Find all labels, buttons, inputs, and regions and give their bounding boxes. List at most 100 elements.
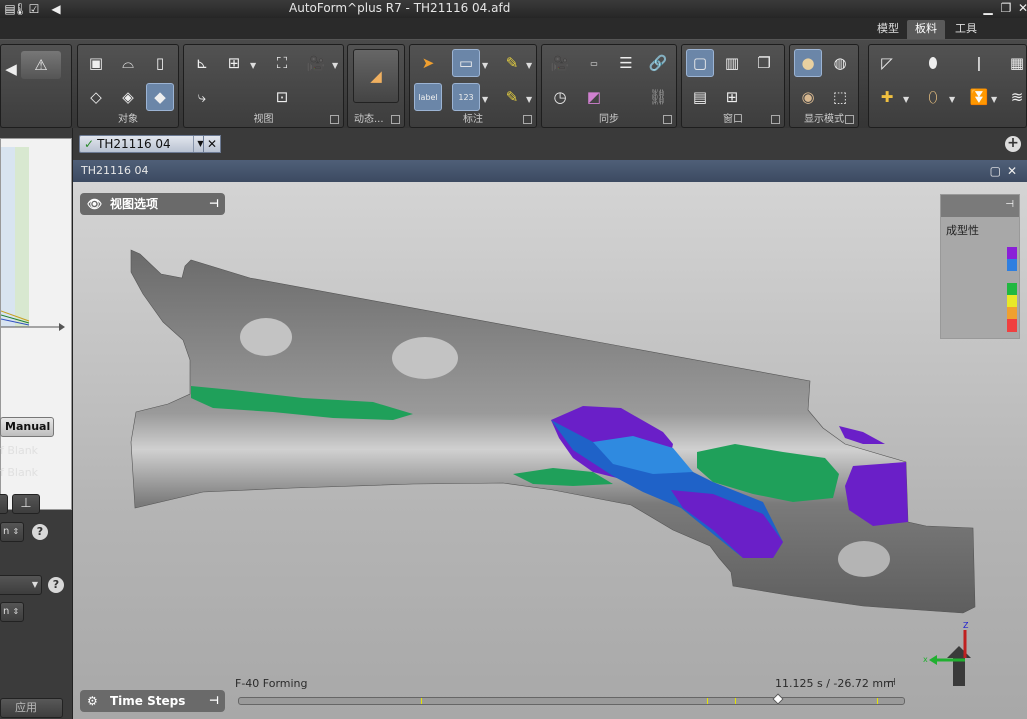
blank-object-icon[interactable]: ▣ bbox=[82, 49, 110, 77]
sync-dialog-launcher[interactable] bbox=[663, 115, 672, 124]
grid-view-icon[interactable]: ⊞ bbox=[220, 49, 248, 77]
left-arrow-icon[interactable]: ◀ bbox=[48, 1, 64, 17]
tool-select-button[interactable] bbox=[0, 494, 8, 514]
oval-dropdown-icon[interactable]: ▼ bbox=[949, 95, 955, 104]
help-icon-1[interactable]: ? bbox=[32, 524, 48, 540]
axis-triad: x Z bbox=[923, 622, 971, 686]
sheet-object-icon[interactable]: ▯ bbox=[146, 49, 174, 77]
move-axis-icon[interactable]: ✚ bbox=[873, 83, 901, 111]
rotate-axis-icon[interactable]: ⤷ bbox=[188, 83, 216, 111]
pin-icon[interactable]: ⊣ bbox=[209, 193, 219, 215]
split-horizontal-icon[interactable]: ▤ bbox=[686, 83, 714, 111]
axis-tool-button[interactable]: ⊥ bbox=[12, 494, 40, 514]
unit-spinner-1[interactable]: n ⇕ bbox=[0, 522, 24, 542]
legend-title: 成型性 bbox=[946, 224, 979, 237]
split-vertical-icon[interactable]: ▥ bbox=[718, 49, 746, 77]
die-object-icon[interactable]: ⌓ bbox=[114, 49, 142, 77]
view-dialog-launcher[interactable] bbox=[330, 115, 339, 124]
number-dropdown-icon[interactable]: ▼ bbox=[482, 95, 488, 104]
unlink-icon[interactable]: ⛓ bbox=[644, 83, 672, 111]
ellipse-icon[interactable]: ⬮ bbox=[919, 49, 947, 77]
view-dropdown-icon[interactable]: ▼ bbox=[250, 61, 256, 70]
time-steps-label: Time Steps bbox=[110, 694, 186, 708]
cascade-window-icon[interactable]: ❐ bbox=[750, 49, 778, 77]
document-tab-bar: ✓ TH21116 04 ▼ ✕ + bbox=[73, 128, 1027, 160]
time-step-slider[interactable] bbox=[238, 693, 905, 705]
shaded-sphere-icon[interactable]: ● bbox=[794, 49, 822, 77]
document-tab[interactable]: ✓ TH21116 04 ▼ bbox=[79, 135, 220, 153]
number-annotate-icon[interactable]: 123 bbox=[452, 83, 480, 111]
gauge-annotate-icon[interactable]: ▭ bbox=[452, 49, 480, 77]
option-dropdown[interactable]: ▼ bbox=[0, 575, 42, 595]
image-tool-icon[interactable]: ▦ bbox=[1003, 49, 1027, 77]
help-icon-2[interactable]: ? bbox=[48, 577, 64, 593]
close-view-icon[interactable]: ✕ bbox=[1007, 160, 1017, 182]
time-steps-button[interactable]: ⚙ Time Steps ⊣ bbox=[80, 690, 225, 712]
surface-sync-icon[interactable]: ◩ bbox=[580, 83, 608, 111]
label-sync-icon[interactable]: ▭ bbox=[580, 49, 608, 77]
drop-dropdown-icon[interactable]: ▼ bbox=[991, 95, 997, 104]
part-render bbox=[130, 249, 976, 614]
wand-dropdown-icon[interactable]: ▼ bbox=[526, 61, 532, 70]
fit-view-icon[interactable]: ⛶ bbox=[268, 49, 296, 77]
tab-tools[interactable]: 工具 bbox=[947, 20, 985, 39]
magic-wand-icon[interactable]: ✎ bbox=[498, 49, 526, 77]
lower-tool-icon[interactable]: ◇ bbox=[82, 83, 110, 111]
move-dropdown-icon[interactable]: ▼ bbox=[903, 95, 909, 104]
wireframe-sphere-icon[interactable]: ◍ bbox=[826, 49, 854, 77]
group-label-object: 对象 bbox=[118, 114, 138, 125]
unit-spinner-2[interactable]: n ⇕ bbox=[0, 602, 24, 622]
unit-spinner-2-value: n bbox=[3, 606, 10, 617]
legend-pin-icon[interactable]: ⊣ bbox=[1005, 199, 1014, 210]
camera-dropdown-icon[interactable]: ▼ bbox=[332, 61, 338, 70]
tab-model[interactable]: 模型 bbox=[869, 20, 907, 39]
formability-legend: ⊣ 成型性 bbox=[940, 194, 1020, 339]
maximize-view-icon[interactable]: ▢ bbox=[990, 160, 1001, 182]
apply-button[interactable]: 应用 bbox=[0, 698, 63, 718]
dynamic-section-icon[interactable]: ◢ bbox=[353, 49, 399, 103]
part-icon[interactable]: ◆ bbox=[146, 83, 174, 111]
view-options-button[interactable]: 👁 视图选项 ⊣ bbox=[80, 193, 225, 215]
mesh-sphere-icon[interactable]: ◉ bbox=[794, 83, 822, 111]
oval-tool-icon[interactable]: ⬯ bbox=[919, 83, 947, 111]
document-tab-label: TH21116 04 bbox=[97, 137, 171, 151]
pin-tool-icon[interactable]: ǀ bbox=[965, 49, 993, 77]
layer-tool-icon[interactable]: ≋ bbox=[1003, 83, 1027, 111]
binder-icon[interactable]: ◈ bbox=[114, 83, 142, 111]
minimize-button[interactable]: ▁ bbox=[978, 0, 998, 16]
part-hole-3 bbox=[838, 541, 890, 577]
blank-warning-icon[interactable]: ⚠ bbox=[21, 51, 61, 79]
camera-icon[interactable]: 🎥 bbox=[302, 49, 330, 77]
video-sync-icon[interactable]: 🎥 bbox=[546, 49, 574, 77]
gauge-dropdown-icon[interactable]: ▼ bbox=[482, 61, 488, 70]
display-dialog-launcher[interactable] bbox=[845, 115, 854, 124]
transparent-box-icon[interactable]: ⬚ bbox=[826, 83, 854, 111]
annotation-dialog-launcher[interactable] bbox=[523, 115, 532, 124]
label-annotate-icon[interactable]: label bbox=[414, 83, 442, 111]
quad-window-icon[interactable]: ⊞ bbox=[718, 83, 746, 111]
manual-button[interactable]: Manual bbox=[0, 417, 54, 437]
pointer-annotate-icon[interactable]: ➤ bbox=[414, 49, 442, 77]
dynamic-dialog-launcher[interactable] bbox=[391, 115, 400, 124]
time-steps-pin-icon[interactable]: ⊣ bbox=[209, 690, 219, 712]
list-sync-icon[interactable]: ☰ bbox=[612, 49, 640, 77]
3d-viewport[interactable]: 👁 视图选项 ⊣ ⊣ 成型性 F-40 Forming 11.125 s / -2… bbox=[73, 182, 1027, 719]
close-button[interactable]: ✕ bbox=[1013, 0, 1027, 16]
time-pin-icon[interactable]: ⊣ bbox=[887, 677, 896, 688]
document-tab-close-button[interactable]: ✕ bbox=[203, 135, 221, 153]
window-dialog-launcher[interactable] bbox=[771, 115, 780, 124]
axis-view-icon[interactable]: ⊾ bbox=[188, 49, 216, 77]
tab-blank[interactable]: 板料 bbox=[907, 20, 945, 39]
single-window-icon[interactable]: ▢ bbox=[686, 49, 714, 77]
group-label-annotation: 标注 bbox=[463, 114, 483, 125]
drop-tool-icon[interactable]: ⏬ bbox=[965, 83, 993, 111]
blank-shape-icon[interactable]: ◸ bbox=[873, 49, 901, 77]
link-icon[interactable]: 🔗 bbox=[644, 49, 672, 77]
clock-sync-icon[interactable]: ◷ bbox=[546, 83, 574, 111]
wand2-dropdown-icon[interactable]: ▼ bbox=[526, 95, 532, 104]
part-hole-1 bbox=[240, 318, 292, 356]
zoom-box-icon[interactable]: ⊡ bbox=[268, 83, 296, 111]
wand-annotate-icon[interactable]: ✎ bbox=[498, 83, 526, 111]
new-tab-button[interactable]: + bbox=[1005, 136, 1021, 152]
checklist-icon[interactable]: ☑ bbox=[26, 1, 42, 17]
